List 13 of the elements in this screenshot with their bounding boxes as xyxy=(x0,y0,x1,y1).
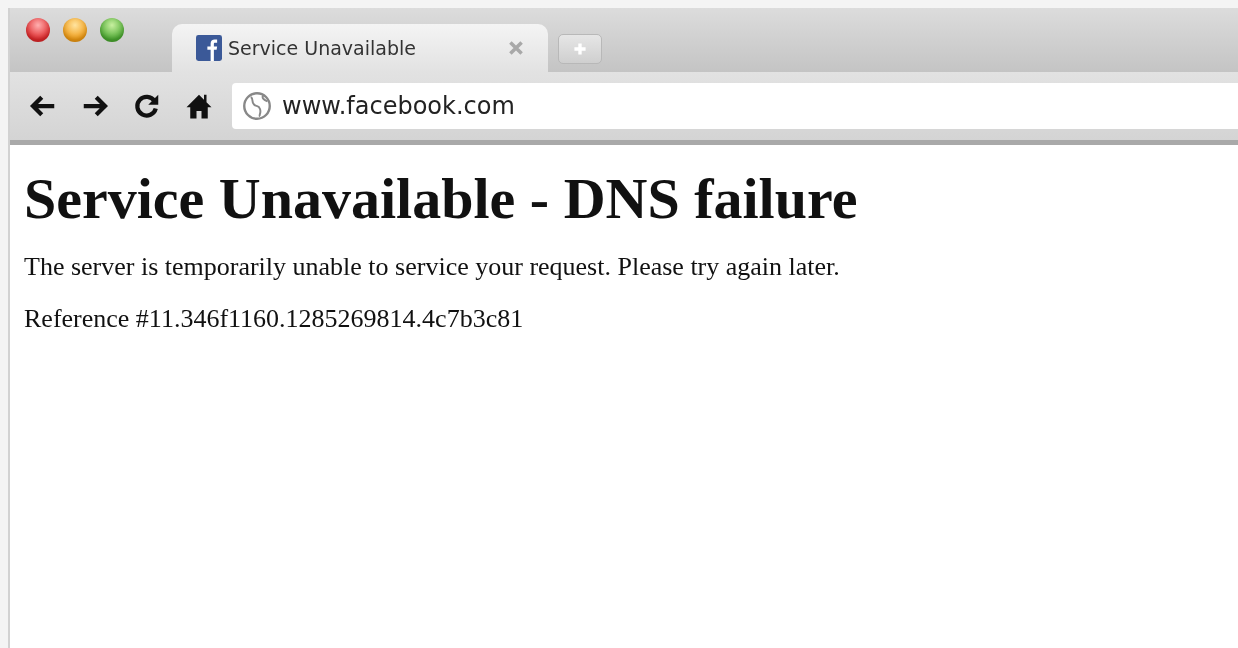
plus-icon xyxy=(573,42,587,56)
body-text: Reference #11.346f1160.1285269814.4c7b3c81 xyxy=(24,304,525,334)
favicon-icon xyxy=(196,35,222,61)
tab-title: Service Unavailable xyxy=(228,37,417,59)
page-heading: Service Unavailable - DNS failure xyxy=(24,165,859,232)
close-window-button[interactable] xyxy=(26,18,50,42)
browser-tab[interactable]: Service Unavailable xyxy=(172,24,548,72)
address-bar[interactable]: www.facebook.com xyxy=(232,83,1238,129)
url-text: www.facebook.com xyxy=(282,92,515,120)
zoom-window-button[interactable] xyxy=(100,18,124,42)
globe-icon xyxy=(242,91,272,121)
body-text: The server is temporarily unable to service your request. Please try again later. xyxy=(24,252,841,282)
minimize-window-button[interactable] xyxy=(63,18,87,42)
